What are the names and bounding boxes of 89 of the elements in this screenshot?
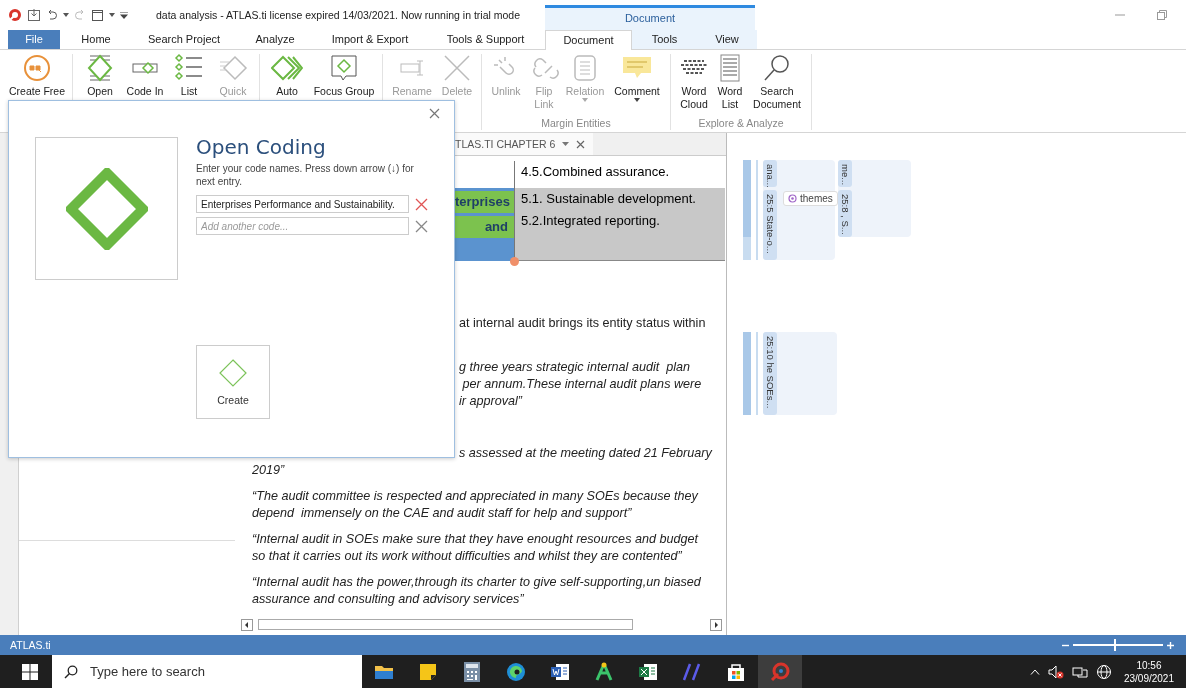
ribbon-button[interactable]: Word List <box>713 53 747 111</box>
ribbon-button[interactable]: Search Document <box>747 53 807 111</box>
chapter-tab[interactable]: TLAS.TI CHAPTER 6 <box>453 133 594 155</box>
caret-icon[interactable] <box>562 142 570 146</box>
close-icon[interactable] <box>576 139 586 149</box>
ribbon-button[interactable]: Create Free <box>6 53 68 98</box>
speaker-muted-icon[interactable] <box>1047 664 1064 679</box>
ribbon-button[interactable]: List <box>167 53 211 98</box>
ribbon-tab[interactable]: View <box>697 30 757 49</box>
save-icon[interactable] <box>27 8 41 22</box>
chevron-up-icon[interactable] <box>1029 668 1040 675</box>
ribbon-button[interactable]: Word Cloud <box>675 53 713 111</box>
calculator-icon <box>464 661 480 682</box>
taskbar-search-field[interactable]: Type here to search <box>52 655 362 688</box>
code-label[interactable]: 25:5 State-o... <box>763 190 777 260</box>
clock-date[interactable]: 23/09/2021 <box>1123 671 1174 685</box>
table-cell-text: 4.5.Combined assurance. <box>520 163 671 181</box>
restore-icon[interactable] <box>1156 9 1168 21</box>
status-text: ATLAS.ti <box>10 639 51 651</box>
app-logo-icon <box>770 661 790 682</box>
close-icon[interactable] <box>429 108 440 119</box>
ribbon-tab[interactable]: Analyze <box>236 30 314 49</box>
quote-icon <box>21 53 53 83</box>
start-icon[interactable] <box>22 663 38 680</box>
paragraph: “The audit committee is respected and appreciated in many SOEs because they depend immensely on the CAE and audit staff for help and support” <box>252 488 698 522</box>
remove-icon[interactable] <box>415 219 428 233</box>
list-icon <box>173 53 205 83</box>
app-logo-icon[interactable] <box>8 8 22 22</box>
clock-time[interactable]: 10:56 <box>1136 658 1162 672</box>
ribbon-tab[interactable]: File <box>8 30 60 49</box>
search-icon <box>64 664 78 679</box>
ribbon-button[interactable]: Code In <box>123 53 167 98</box>
paragraph: “Internal audit in SOEs make sure that they have enought resources and budget so that it carries out its work without difficulties and whilst they are contented” <box>252 531 698 565</box>
code-icon <box>788 194 797 203</box>
diamond-icon <box>217 53 249 83</box>
ribbon-tab[interactable]: Tools & Support <box>426 30 545 49</box>
zoom-in-icon[interactable] <box>1167 641 1174 649</box>
ribbon-tab[interactable]: Tools <box>632 30 697 49</box>
code-name-field[interactable]: Add another code... <box>196 217 409 235</box>
paragraph: g three years strategic internal audit plan per annum.These internal audit plans were ir approval” <box>459 359 702 410</box>
delete-icon <box>441 53 473 83</box>
ribbon-button[interactable]: Comment <box>608 53 666 111</box>
code-tag[interactable]: themes <box>783 191 838 206</box>
create-button[interactable]: Create <box>196 345 270 419</box>
code-label[interactable]: 25:10 he SOEs... <box>763 332 777 415</box>
ribbon-button[interactable]: Auto <box>264 53 310 98</box>
slashes-icon <box>682 661 702 682</box>
paragraph: s assessed at the meeting dated 21 February 2019” <box>252 445 712 479</box>
branch-icon <box>594 661 614 682</box>
horizontal-scrollbar[interactable] <box>241 618 722 631</box>
ribbon-tab[interactable]: Home <box>60 30 132 49</box>
instructions-text: Enter your code names. Press down arrow (↓) for next entry. <box>196 162 415 188</box>
ribbon-group-label: Margin Entities <box>540 117 612 129</box>
scroll-left-icon[interactable] <box>241 618 253 631</box>
ribbon-tab[interactable]: Document <box>545 30 632 50</box>
ribbon-button[interactable]: Focus Group <box>310 53 378 98</box>
anchor-dot[interactable] <box>510 257 519 266</box>
code-name-field[interactable]: Enterprises Performance and Sustainability. <box>196 195 409 213</box>
undo-icon[interactable] <box>46 9 58 21</box>
diamond-icon <box>65 167 148 250</box>
diamond-icon <box>271 53 303 83</box>
note-icon <box>419 662 437 681</box>
document-app-icon <box>550 662 570 681</box>
ribbon-group-label: Explore & Analyze <box>697 117 785 129</box>
browser-icon <box>506 661 526 682</box>
code-label[interactable]: me... <box>838 160 852 187</box>
caret-icon[interactable] <box>109 13 115 17</box>
customize-icon[interactable] <box>120 11 128 19</box>
remove-icon[interactable] <box>415 197 428 211</box>
paragraph: “Internal audit has the power,through its charter to give self-supporting,un biased assurance and consulting and advisory services” <box>252 574 701 608</box>
ribbon-tab[interactable]: Search Project <box>132 30 236 49</box>
network-icon[interactable] <box>1071 664 1088 679</box>
dialog-title: Open Coding <box>196 135 327 159</box>
context-tab-header: Document <box>545 5 755 30</box>
shopping-bag-icon <box>726 661 746 682</box>
window-icon[interactable] <box>91 8 104 22</box>
caret-icon[interactable] <box>63 13 69 17</box>
globe-icon[interactable] <box>1095 663 1112 680</box>
diamond-icon <box>218 358 248 388</box>
ribbon-button[interactable]: Open <box>77 53 123 98</box>
code-label[interactable]: 25:8 , S... <box>838 190 852 237</box>
paragraph: at internal audit brings its entity status within <box>459 315 706 332</box>
scroll-right-icon[interactable] <box>710 618 722 631</box>
code-label[interactable]: ana... <box>763 160 777 187</box>
diamond-icon <box>328 53 360 83</box>
window-title: data analysis - ATLAS.ti license expired 14/03/2021. Now running in trial mode <box>155 9 521 21</box>
table-cell: 5.1. Sustainable development. 5.2.Integrated reporting. <box>515 188 725 261</box>
ribbon-tab[interactable]: Import & Export <box>314 30 426 49</box>
spreadsheet-app-icon <box>638 662 658 681</box>
